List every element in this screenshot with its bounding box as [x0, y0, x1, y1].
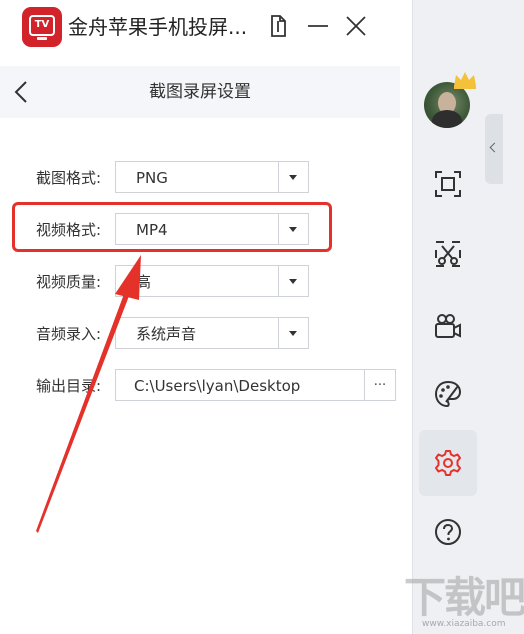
dropdown-arrow-icon[interactable] [278, 162, 308, 192]
watermark: 下载吧 www.xiazaiba.com [404, 573, 524, 632]
gear-icon [435, 450, 461, 476]
vip-crown-icon [452, 70, 478, 90]
screenshot-format-select[interactable]: PNG [115, 161, 309, 193]
browse-button[interactable]: ... [364, 369, 396, 401]
output-dir-field[interactable]: C:\Users\lyan\Desktop [115, 369, 365, 401]
video-camera-icon [435, 314, 461, 338]
collapse-sidebar-button[interactable] [485, 114, 503, 184]
theme-button[interactable] [420, 366, 476, 422]
help-button[interactable] [420, 504, 476, 560]
app-window: TV 金舟苹果手机投屏... 截图录屏设置 截图格式: PNG 视频格式: MP… [0, 0, 413, 634]
output-dir-label: 输出目录: [36, 377, 102, 395]
watermark-text: 下载吧 [404, 573, 524, 622]
screenshot-format-value: PNG [136, 169, 168, 187]
pin-icon [271, 15, 286, 37]
watermark-url: www.xiazaiba.com [422, 619, 506, 629]
cut-button[interactable] [420, 226, 476, 282]
audio-input-row: 音频录入: 系统声音 [0, 317, 410, 351]
right-sidebar [413, 54, 524, 634]
audio-input-value: 系统声音 [136, 325, 197, 343]
screenshot-format-label: 截图格式: [36, 169, 102, 187]
audio-input-label: 音频录入: [36, 325, 102, 343]
dropdown-arrow-icon[interactable] [278, 318, 308, 348]
tv-stand [37, 37, 47, 40]
help-icon [435, 519, 461, 545]
video-quality-label: 视频质量: [36, 273, 102, 291]
record-button[interactable] [420, 298, 476, 354]
crop-frame-icon [435, 171, 461, 197]
output-dir-row: 输出目录: C:\Users\lyan\Desktop ... [0, 369, 410, 403]
video-quality-value: 高 [136, 273, 152, 291]
palette-icon [434, 380, 462, 408]
output-dir-value: C:\Users\lyan\Desktop [134, 377, 301, 395]
video-quality-row: 视频质量: 高 [0, 265, 410, 299]
panel-header: 截图录屏设置 [0, 66, 400, 118]
screenshot-format-row: 截图格式: PNG [0, 161, 410, 195]
close-icon [346, 16, 366, 36]
close-button[interactable] [342, 12, 370, 40]
minimize-icon [308, 25, 328, 27]
pin-window-button[interactable] [264, 12, 292, 40]
app-logo: TV [22, 7, 62, 47]
audio-input-select[interactable]: 系统声音 [115, 317, 309, 349]
dropdown-arrow-icon[interactable] [278, 266, 308, 296]
settings-button[interactable] [419, 430, 477, 496]
annotation-highlight-box [12, 202, 332, 252]
panel-title: 截图录屏设置 [149, 82, 251, 102]
app-title: 金舟苹果手机投屏... [68, 15, 248, 39]
title-bar: TV 金舟苹果手机投屏... [0, 0, 412, 54]
logo-text: TV [34, 19, 50, 30]
screenshot-button[interactable] [420, 156, 476, 212]
scissors-icon [435, 241, 461, 267]
minimize-button[interactable] [304, 12, 332, 40]
avatar-body [432, 110, 462, 128]
video-quality-select[interactable]: 高 [115, 265, 309, 297]
